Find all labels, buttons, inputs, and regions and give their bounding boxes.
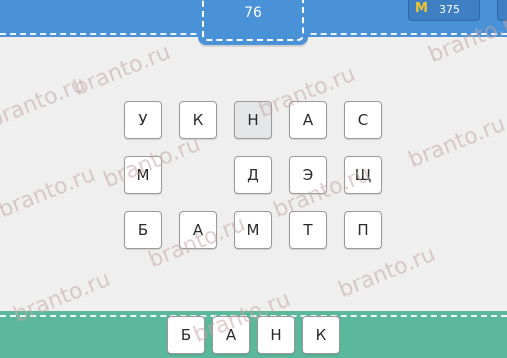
letter-tile[interactable]: С (344, 101, 382, 139)
letter-tile[interactable]: Щ (344, 156, 382, 194)
side-button[interactable] (497, 0, 507, 21)
watermark: branto.ru (70, 39, 175, 102)
level-number: 76 (244, 5, 262, 21)
letter-tile[interactable]: А (289, 101, 327, 139)
answer-slot[interactable]: А (212, 316, 250, 354)
letter-tile[interactable]: Э (289, 156, 327, 194)
letter-tile[interactable]: М (234, 211, 272, 249)
answer-slot[interactable]: Н (257, 316, 295, 354)
answer-slot[interactable]: К (302, 316, 340, 354)
watermark: branto.ru (0, 161, 100, 224)
coins-counter[interactable]: М 375 (408, 0, 480, 21)
letter-tile[interactable]: Д (234, 156, 272, 194)
watermark: branto.ru (405, 111, 507, 174)
letter-tile[interactable]: А (179, 211, 217, 249)
letter-tile[interactable]: У (124, 101, 162, 139)
letter-tile[interactable]: К (179, 101, 217, 139)
answer-bar-stitch (0, 315, 507, 317)
level-tab: 76 (198, 0, 308, 45)
coins-value: 375 (439, 3, 460, 16)
watermark: branto.ru (335, 241, 440, 304)
letter-tile[interactable]: П (344, 211, 382, 249)
letter-tile[interactable]: Б (124, 211, 162, 249)
letter-tile[interactable]: М (124, 156, 162, 194)
coin-icon: М (415, 1, 428, 16)
answer-slot[interactable]: Б (167, 316, 205, 354)
letter-tile-used[interactable]: Н (234, 101, 272, 139)
letter-tile[interactable]: Т (289, 211, 327, 249)
watermark: branto.ru (0, 71, 90, 134)
answer-bar (0, 311, 507, 358)
